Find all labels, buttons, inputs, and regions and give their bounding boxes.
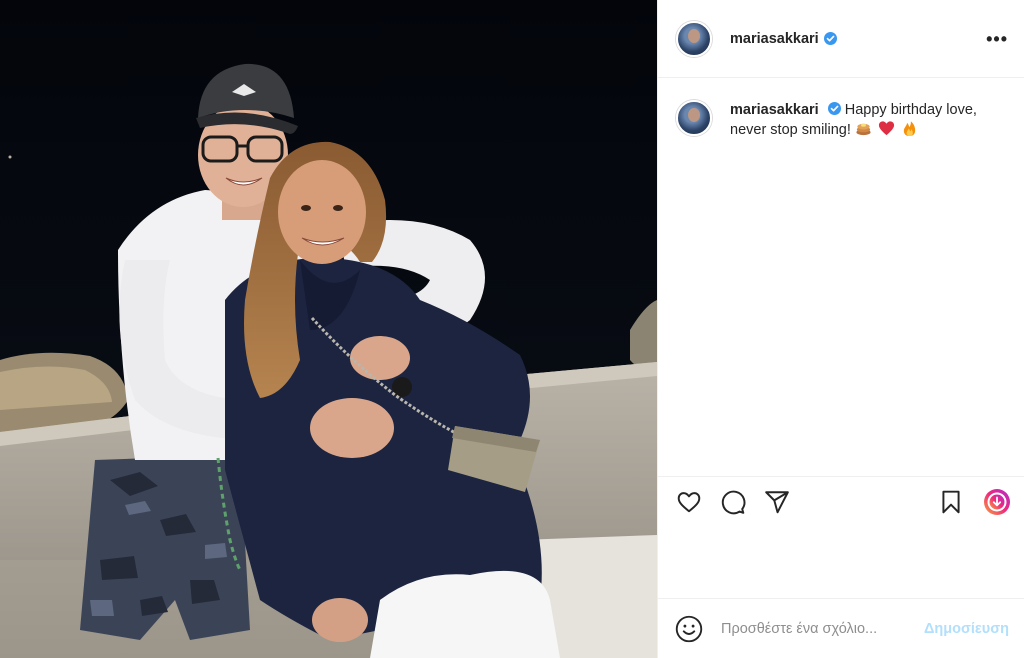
caption-username[interactable]: mariasakkari bbox=[730, 102, 819, 118]
share-icon[interactable] bbox=[763, 488, 791, 516]
emoji-smile-icon[interactable] bbox=[675, 615, 703, 643]
post-comment-button[interactable]: Δημοσίευση bbox=[924, 621, 1009, 637]
verified-badge-icon bbox=[823, 32, 837, 45]
verified-badge-icon bbox=[827, 102, 841, 115]
comment-input[interactable] bbox=[721, 620, 924, 637]
caption-text: mariasakkari Happy birthday love, never … bbox=[730, 100, 1000, 140]
heart-icon[interactable] bbox=[675, 488, 703, 516]
header-username[interactable]: mariasakkari bbox=[730, 31, 819, 47]
post-photo[interactable] bbox=[0, 0, 657, 658]
reel-icon[interactable] bbox=[983, 488, 1011, 516]
post-header: mariasakkari ••• bbox=[658, 0, 1024, 78]
fire-emoji-icon bbox=[903, 121, 916, 137]
bookmark-icon[interactable] bbox=[937, 488, 965, 516]
add-comment-bar: Δημοσίευση bbox=[658, 598, 1024, 658]
post-image bbox=[0, 0, 657, 658]
post-action-bar bbox=[658, 476, 1024, 526]
avatar[interactable] bbox=[676, 20, 712, 57]
pancakes-emoji-icon bbox=[856, 123, 871, 136]
post-details-panel: mariasakkari ••• mariasakkari Happy birt… bbox=[657, 0, 1024, 658]
comment-icon[interactable] bbox=[719, 488, 747, 516]
caption-avatar[interactable] bbox=[676, 100, 712, 136]
post-caption: mariasakkari Happy birthday love, never … bbox=[658, 78, 1024, 140]
more-options-icon[interactable]: ••• bbox=[986, 30, 1008, 48]
red-heart-emoji-icon bbox=[878, 121, 895, 136]
